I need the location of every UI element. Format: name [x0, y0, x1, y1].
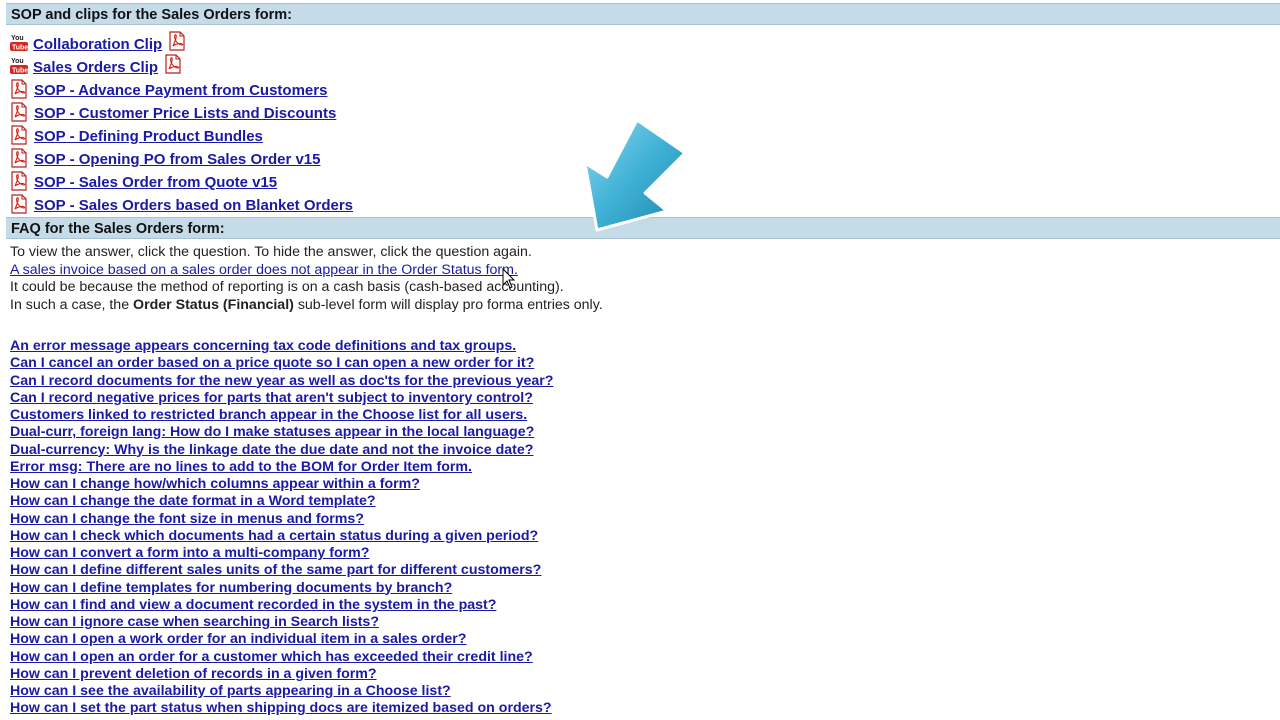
sop-list-item: SOP - Customer Price Lists and Discounts: [10, 102, 353, 125]
faq-question-link[interactable]: How can I see the availability of parts …: [10, 683, 451, 699]
faq-question-link[interactable]: How can I convert a form into a multi-co…: [10, 545, 369, 561]
faq-question-link[interactable]: Can I cancel an order based on a price q…: [10, 355, 534, 371]
sop-section-header: SOP and clips for the Sales Orders form:: [6, 3, 1280, 25]
faq-instructions: To view the answer, click the question. …: [10, 244, 532, 260]
faq-question-item: How can I convert a form into a multi-co…: [10, 544, 553, 561]
svg-text:Tube: Tube: [12, 68, 28, 75]
sop-link[interactable]: SOP - Defining Product Bundles: [34, 126, 263, 148]
faq-answer-pre: In such a case, the: [10, 296, 134, 313]
sop-link[interactable]: SOP - Sales Order from Quote v15: [34, 172, 277, 194]
faq-question-item: How can I change the date format in a Wo…: [10, 492, 553, 509]
faq-question-link[interactable]: How can I define templates for numbering…: [10, 580, 452, 596]
sop-list-item: SOP - Sales Orders based on Blanket Orde…: [10, 194, 353, 217]
svg-text:You: You: [11, 35, 24, 42]
sop-link[interactable]: Collaboration Clip: [33, 34, 162, 56]
sop-link[interactable]: SOP - Opening PO from Sales Order v15: [34, 149, 320, 171]
faq-question-item: How can I change the font size in menus …: [10, 510, 553, 527]
faq-question-item: Error msg: There are no lines to add to …: [10, 458, 553, 475]
faq-question-item: How can I find and view a document recor…: [10, 596, 553, 613]
faq-question-link[interactable]: How can I find and view a document recor…: [10, 597, 496, 613]
sop-list-item: SOP - Defining Product Bundles: [10, 125, 353, 148]
faq-question-item: How can I change how/which columns appea…: [10, 475, 553, 492]
youtube-icon: You Tube: [10, 56, 28, 76]
faq-answer-post: sub-level form will display pro forma en…: [293, 296, 603, 313]
faq-answer-line-2: In such a case, the Order Status (Financ…: [10, 297, 1270, 314]
faq-question-item: How can I open a work order for an indiv…: [10, 630, 553, 647]
faq-question-link[interactable]: Can I record documents for the new year …: [10, 373, 553, 389]
faq-question-link[interactable]: How can I set the part status when shipp…: [10, 700, 552, 716]
sop-link[interactable]: SOP - Sales Orders based on Blanket Orde…: [34, 195, 353, 217]
youtube-icon: You Tube: [10, 33, 28, 53]
faq-question-link[interactable]: How can I open a work order for an indiv…: [10, 631, 466, 647]
faq-question-item: Can I record documents for the new year …: [10, 372, 553, 389]
faq-question-link[interactable]: How can I change how/which columns appea…: [10, 476, 420, 492]
faq-question-link[interactable]: Customers linked to restricted branch ap…: [10, 407, 527, 423]
faq-question-link[interactable]: How can I prevent deletion of records in…: [10, 666, 377, 682]
faq-open-question-link[interactable]: A sales invoice based on a sales order d…: [10, 262, 518, 279]
svg-text:You: You: [11, 58, 24, 65]
faq-question-item: Customers linked to restricted branch ap…: [10, 406, 553, 423]
faq-question-item: How can I set the part status when shipp…: [10, 699, 553, 716]
sop-list-item: You Tube Collaboration Clip: [10, 31, 353, 56]
pdf-icon[interactable]: [10, 102, 28, 122]
faq-question-link[interactable]: Dual-curr, foreign lang: How do I make s…: [10, 424, 534, 440]
mouse-cursor-icon: [502, 268, 516, 289]
faq-question-item: How can I define different sales units o…: [10, 561, 553, 578]
faq-question-link[interactable]: How can I ignore case when searching in …: [10, 614, 379, 630]
faq-question-link[interactable]: How can I change the date format in a Wo…: [10, 493, 376, 509]
pdf-icon[interactable]: [168, 31, 186, 51]
sop-list: You Tube Collaboration Clip You Tube Sales Or…: [10, 31, 353, 217]
sop-link[interactable]: SOP - Advance Payment from Customers: [34, 80, 327, 102]
faq-area: To view the answer, click the question. …: [10, 244, 1270, 314]
pdf-icon[interactable]: [10, 79, 28, 99]
faq-answer-bold: Order Status (Financial): [133, 296, 294, 313]
pointer-arrow-icon: [583, 118, 687, 232]
faq-question-item: How can I check which documents had a ce…: [10, 527, 553, 544]
faq-question-link[interactable]: Can I record negative prices for parts t…: [10, 390, 533, 406]
pdf-icon[interactable]: [10, 125, 28, 145]
faq-question-link[interactable]: How can I change the font size in menus …: [10, 511, 364, 527]
sop-link[interactable]: SOP - Customer Price Lists and Discounts: [34, 103, 336, 125]
faq-question-item: How can I prevent deletion of records in…: [10, 665, 553, 682]
faq-question-item: How can I define templates for numbering…: [10, 579, 553, 596]
pdf-icon[interactable]: [10, 194, 28, 214]
sop-list-item: SOP - Advance Payment from Customers: [10, 79, 353, 102]
pdf-icon[interactable]: [164, 54, 182, 74]
svg-text:Tube: Tube: [12, 45, 28, 52]
faq-question-link[interactable]: Error msg: There are no lines to add to …: [10, 459, 472, 475]
faq-question-link[interactable]: Dual-currency: Why is the linkage date t…: [10, 442, 533, 458]
sop-list-item: SOP - Opening PO from Sales Order v15: [10, 148, 353, 171]
faq-question-link[interactable]: An error message appears concerning tax …: [10, 338, 516, 354]
faq-question-link[interactable]: How can I open an order for a customer w…: [10, 649, 533, 665]
faq-question-item: An error message appears concerning tax …: [10, 337, 553, 354]
faq-question-link[interactable]: How can I define different sales units o…: [10, 562, 541, 578]
sop-section-title: SOP and clips for the Sales Orders form:: [11, 7, 292, 23]
faq-question-list: An error message appears concerning tax …: [10, 337, 553, 717]
faq-question-item: How can I see the availability of parts …: [10, 682, 553, 699]
faq-section-title: FAQ for the Sales Orders form:: [11, 221, 225, 237]
pdf-icon[interactable]: [10, 171, 28, 191]
faq-answer-line-1: It could be because the method of report…: [10, 279, 564, 296]
faq-question-item: Can I cancel an order based on a price q…: [10, 354, 553, 371]
pdf-icon[interactable]: [10, 148, 28, 168]
faq-question-item: Dual-currency: Why is the linkage date t…: [10, 441, 553, 458]
faq-question-item: How can I open an order for a customer w…: [10, 648, 553, 665]
faq-question-item: How can I ignore case when searching in …: [10, 613, 553, 630]
faq-question-item: Dual-curr, foreign lang: How do I make s…: [10, 423, 553, 440]
faq-question-link[interactable]: How can I check which documents had a ce…: [10, 528, 538, 544]
sop-link[interactable]: Sales Orders Clip: [33, 57, 158, 79]
sop-list-item: SOP - Sales Order from Quote v15: [10, 171, 353, 194]
faq-question-item: Can I record negative prices for parts t…: [10, 389, 553, 406]
sop-list-item: You Tube Sales Orders Clip: [10, 54, 353, 79]
